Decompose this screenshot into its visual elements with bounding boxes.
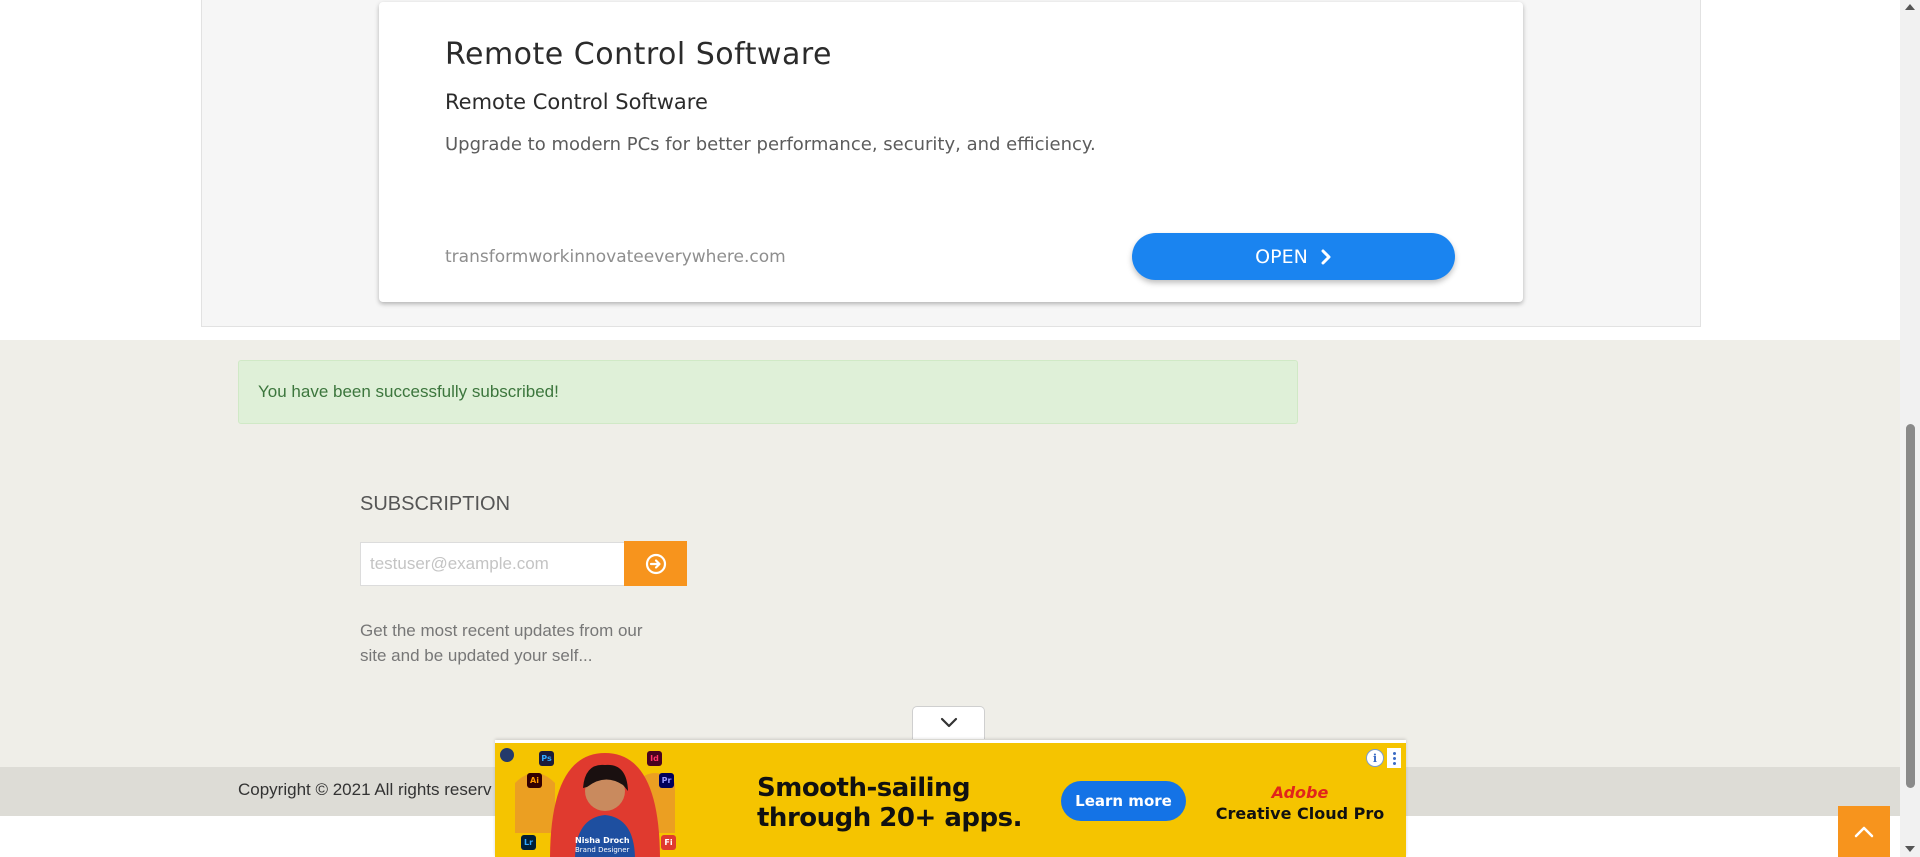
ad-open-label: OPEN <box>1255 245 1308 268</box>
ad-domain[interactable]: transformworkinnovateeverywhere.com <box>445 247 786 267</box>
ad-title: Remote Control Software <box>445 37 833 72</box>
learn-more-button[interactable]: Learn more <box>1061 781 1186 821</box>
copyright-text: Copyright © 2021 All rights reserv <box>238 780 492 799</box>
ad-open-button[interactable]: OPEN <box>1132 233 1455 280</box>
lightroom-icon: Lr <box>521 835 536 850</box>
illustrator-icon: Ai <box>527 773 542 788</box>
back-to-top-button[interactable] <box>1838 806 1890 857</box>
ad-description: Upgrade to modern PCs for better perform… <box>445 134 1096 155</box>
subscription-heading: SUBSCRIPTION <box>360 493 511 515</box>
chevron-right-icon <box>1321 249 1331 264</box>
chevron-up-icon <box>1854 826 1874 837</box>
person-name: Nisha Droch <box>575 836 630 845</box>
subscription-submit-button[interactable] <box>624 541 687 586</box>
fresco-icon: Fi <box>661 835 676 850</box>
ad-subtitle: Remote Control Software <box>445 90 708 114</box>
success-alert: You have been successfully subscribed! <box>238 360 1298 424</box>
product-name: Creative Cloud Pro <box>1215 804 1385 823</box>
banner-collapse-button[interactable] <box>912 706 985 739</box>
info-icon[interactable]: i <box>1366 749 1384 767</box>
adobe-brand: Adobe Creative Cloud Pro <box>1215 783 1385 823</box>
more-vertical-icon[interactable] <box>1387 748 1401 768</box>
banner-headline-line2: through 20+ apps. <box>757 803 1022 833</box>
adobe-banner-ad[interactable]: Ps Id Ai Pr Lr Fi Nisha Droch Brand Desi… <box>495 740 1406 857</box>
subscription-description: Get the most recent updates from our sit… <box>360 621 643 665</box>
banner-headline: Smooth-sailing through 20+ apps. <box>757 773 1022 833</box>
banner-headline-line1: Smooth-sailing <box>757 773 971 803</box>
scrollbar-thumb[interactable] <box>1906 424 1915 788</box>
arrow-circle-right-icon <box>645 553 666 574</box>
chevron-down-icon <box>940 717 957 728</box>
scroll-down-arrow-icon[interactable] <box>1905 846 1915 852</box>
adobe-logo: Adobe <box>1271 783 1329 802</box>
indesign-icon: Id <box>647 751 662 766</box>
remote-control-ad-card[interactable]: Remote Control Software Remote Control S… <box>379 2 1523 302</box>
success-alert-message: You have been successfully subscribed! <box>258 382 559 401</box>
person-role: Brand Designer <box>575 846 630 854</box>
scroll-up-arrow-icon[interactable] <box>1905 4 1915 10</box>
premiere-icon: Pr <box>659 773 674 788</box>
photoshop-icon: Ps <box>539 751 554 766</box>
subscription-email-input[interactable] <box>360 542 625 586</box>
